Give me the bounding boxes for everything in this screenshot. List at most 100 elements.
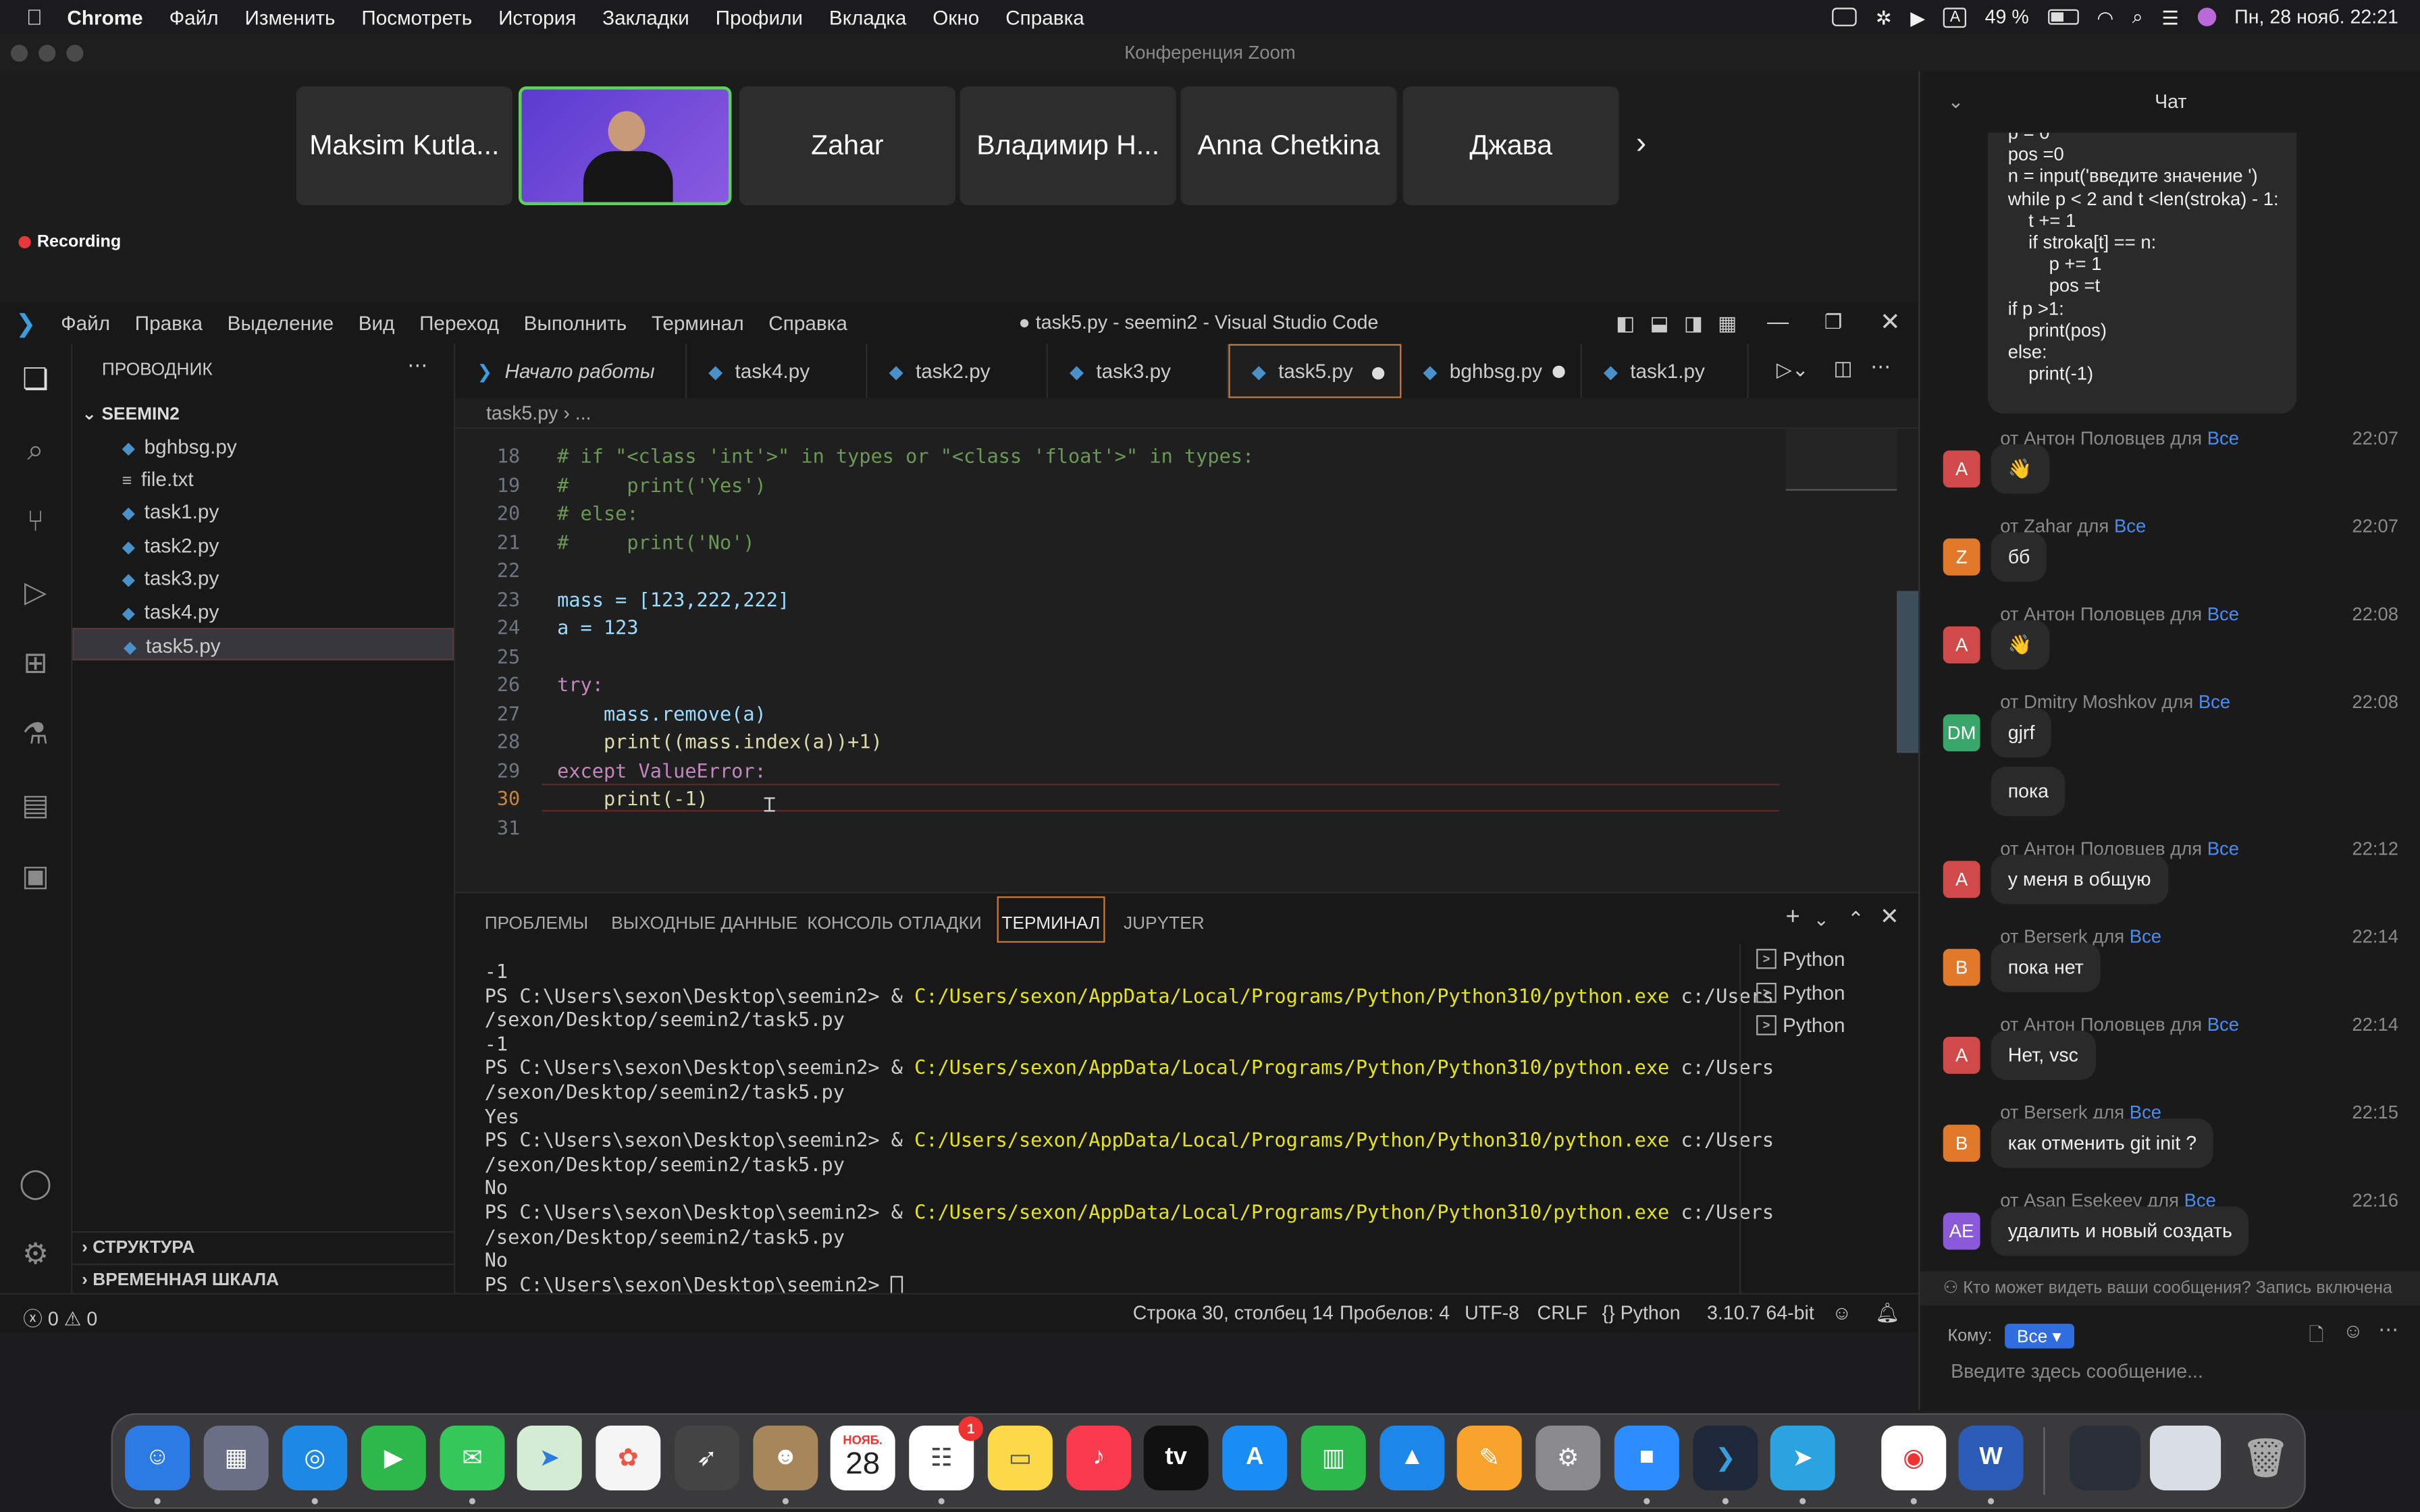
zoom-icon[interactable]: ■ (1614, 1425, 1679, 1490)
chat-message[interactable]: от Антон Половцев для Все 22:07 A 👋 (1920, 427, 2420, 515)
timeline-section[interactable]: › ВРЕМЕННАЯ ШКАЛА (72, 1263, 454, 1296)
minimize-window-button[interactable] (38, 45, 56, 62)
recipient-link[interactable]: Все (2114, 515, 2146, 537)
feedback-icon[interactable]: ☺ (1832, 1302, 1851, 1324)
run-file-icon[interactable]: ▷⌄ (1777, 358, 1809, 383)
tab-file-active[interactable]: ◆ task5.py (1228, 344, 1402, 398)
recipient-link[interactable]: Все (2199, 691, 2230, 713)
python-interpreter[interactable]: 3.10.7 64-bit (1707, 1302, 1814, 1324)
maps-icon[interactable]: ➤ (517, 1425, 582, 1490)
recipient-link[interactable]: Все (2130, 925, 2161, 947)
file-item[interactable]: ◆ task2.py (72, 529, 454, 562)
vscode-menu-item[interactable]: Вид (359, 312, 395, 335)
vscode-dock-icon[interactable]: ❯ (1693, 1425, 1758, 1490)
code-line[interactable]: try: (557, 673, 604, 696)
zoom-window-button[interactable] (66, 45, 84, 62)
cursor-position[interactable]: Строка 30, столбец 14 (1133, 1302, 1334, 1324)
file-icon[interactable]: 🗋 (2309, 1321, 2323, 1353)
chat-message[interactable]: от Антон Половцев для Все 22:14 A Нет, v… (1920, 1014, 2420, 1102)
code-line[interactable]: mass.remove(a) (557, 701, 766, 724)
file-item[interactable]: ◆ task3.py (72, 562, 454, 594)
tab-file[interactable]: ◆ task3.py (1048, 344, 1229, 398)
new-terminal-icon[interactable]: + (1786, 904, 1800, 932)
gear-icon[interactable]: ⚙ (17, 1237, 54, 1274)
app-store-icon[interactable]: A (1222, 1425, 1288, 1490)
participant-tile[interactable]: Anna Chetkina (1180, 86, 1397, 205)
language-mode[interactable]: {} Python (1602, 1302, 1681, 1324)
control-center-icon[interactable]: ☰ (2161, 5, 2179, 28)
run-debug-icon[interactable]: ▷ (17, 576, 54, 613)
vscode-menu-item[interactable]: Терминал (652, 312, 744, 335)
minimize-icon[interactable]: — (1767, 308, 1789, 333)
launchpad-icon[interactable]: ▦ (203, 1425, 269, 1490)
participant-video-tile[interactable] (518, 86, 732, 205)
vscode-menu-item[interactable]: Переход (419, 312, 499, 335)
vscode-menu-item[interactable]: Правка (135, 312, 203, 335)
more-actions-icon[interactable]: ⋯ (1870, 355, 1891, 380)
code-editor[interactable]: 18 # if "<class 'int'>" in types or "<cl… (455, 429, 1919, 892)
wifi-icon[interactable]: ◠ (2097, 5, 2113, 28)
keynote-icon[interactable]: ▲ (1379, 1425, 1445, 1490)
chat-message[interactable]: от Berserk для Все 22:14 B пока нет (1920, 925, 2420, 1013)
code-line[interactable]: # if "<class 'int'>" in types or "<class… (557, 444, 1254, 467)
code-line[interactable]: print((mass.index(a))+1) (557, 730, 883, 753)
panel-tab-jupyter[interactable]: JUPYTER (1124, 915, 1205, 933)
problems-status[interactable]: ⓧ 0 ⚠ 0 (23, 1302, 97, 1331)
code-line[interactable]: # print('Yes') (557, 473, 766, 496)
tab-file[interactable]: ◆ task4.py (687, 344, 868, 398)
play-icon[interactable]: ▶ (1910, 5, 1925, 28)
chat-message[interactable]: от Антон Половцев для Все 22:08 A 👋 (1920, 603, 2420, 691)
chat-message[interactable]: от Berserk для Все 22:15 B как отменить … (1920, 1102, 2420, 1189)
chevron-right-icon[interactable]: › (1636, 126, 1646, 162)
extensions-icon[interactable]: ⊞ (17, 647, 54, 684)
vscode-menu-item[interactable]: Файл (61, 312, 110, 335)
recipient-dropdown[interactable]: Все ▾ (2004, 1324, 2074, 1349)
tab-welcome[interactable]: ❯ Начало работы (455, 344, 687, 398)
safari-icon[interactable]: ◎ (282, 1425, 348, 1490)
chrome-icon[interactable]: ◉ (1881, 1425, 1947, 1490)
tab-file[interactable]: ◆ bghbsg.py (1401, 344, 1582, 398)
source-control-icon[interactable]: ⑂ (17, 504, 54, 541)
encoding[interactable]: UTF-8 (1465, 1302, 1519, 1324)
code-line[interactable]: print(-1) (557, 787, 708, 810)
minimized-window-icon[interactable] (2070, 1425, 2141, 1490)
tab-file[interactable]: ◆ task2.py (868, 344, 1048, 398)
chat-visibility-notice[interactable]: ⚇ Кто может видеть ваши сообщения? Запис… (1920, 1271, 2420, 1305)
explorer-icon[interactable]: ❏ (17, 362, 54, 400)
account-icon[interactable]: ◯ (17, 1166, 54, 1204)
toggle-secondary-sidebar-icon[interactable]: ◨ (1684, 312, 1703, 337)
panel-tab-terminal[interactable]: ТЕРМИНАЛ (997, 896, 1105, 943)
file-item[interactable]: ◆ task4.py (72, 595, 454, 628)
participant-tile[interactable]: Zahar (739, 86, 955, 205)
recipient-link[interactable]: Все (2207, 603, 2239, 625)
recipient-link[interactable]: Все (2207, 1014, 2239, 1035)
tab-file[interactable]: ◆ task1.py (1582, 344, 1749, 398)
panel-tab-debug-console[interactable]: КОНСОЛЬ ОТЛАДКИ (807, 915, 981, 933)
terminal-list-item[interactable]: > Python (1756, 947, 1845, 971)
battery-percent[interactable]: 49 % (1985, 6, 2029, 28)
search-icon[interactable]: ⌕ (2132, 5, 2143, 28)
siri-icon[interactable] (2197, 7, 2216, 26)
terminal-list-item[interactable]: > Python (1756, 1014, 1845, 1037)
vscode-menu-item[interactable]: Выполнить (524, 312, 627, 335)
menubar-item[interactable]: Окно (932, 5, 979, 28)
chevron-down-icon[interactable]: ⌄ (1948, 71, 1964, 132)
more-options-icon[interactable]: ⋯ (2378, 1318, 2398, 1343)
participant-tile[interactable]: Джава (1402, 86, 1619, 205)
minimap[interactable] (1785, 429, 1897, 491)
apple-tv-icon[interactable]: tv (1143, 1425, 1209, 1490)
file-item[interactable]: ◆ task1.py (72, 495, 454, 528)
outline-section[interactable]: › СТРУКТУРА (72, 1231, 454, 1264)
more-actions-icon[interactable]: ⋯ (407, 353, 427, 378)
indentation[interactable]: Пробелов: 4 (1340, 1302, 1450, 1324)
toggle-sidebar-icon[interactable]: ◧ (1616, 312, 1635, 337)
close-icon[interactable]: ✕ (1880, 307, 1901, 338)
facetime-icon[interactable]: ▶ (361, 1425, 426, 1490)
folder-root[interactable]: ⌄ SEEMIN2 (82, 403, 180, 424)
menubar-item[interactable]: Файл (169, 5, 219, 28)
file-item[interactable]: ≡ file.txt (72, 463, 454, 495)
numbers-icon[interactable]: ▥ (1300, 1425, 1366, 1490)
terminal-icon[interactable]: ▣ (17, 859, 54, 896)
menubar-datetime[interactable]: Пн, 28 нояб. 22:21 (2234, 6, 2398, 28)
reminders-icon[interactable]: ☷ 1 (909, 1416, 983, 1490)
